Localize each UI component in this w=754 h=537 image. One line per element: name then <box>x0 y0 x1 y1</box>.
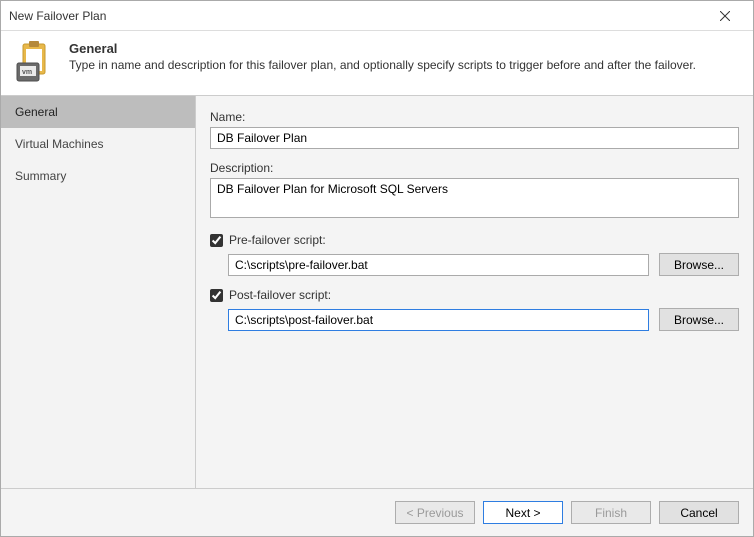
sidebar-item-summary[interactable]: Summary <box>1 160 195 192</box>
next-button[interactable]: Next > <box>483 501 563 524</box>
sidebar-item-label: Virtual Machines <box>15 137 104 151</box>
name-input[interactable] <box>210 127 739 149</box>
sidebar-item-label: Summary <box>15 169 66 183</box>
description-block: Description: <box>210 161 739 221</box>
sidebar-item-virtual-machines[interactable]: Virtual Machines <box>1 128 195 160</box>
previous-button: < Previous <box>395 501 475 524</box>
pre-script-label: Pre-failover script: <box>229 233 326 247</box>
post-script-row: Browse... <box>210 308 739 331</box>
post-script-check-row: Post-failover script: <box>210 288 739 302</box>
cancel-button[interactable]: Cancel <box>659 501 739 524</box>
finish-button: Finish <box>571 501 651 524</box>
pre-script-check-row: Pre-failover script: <box>210 233 739 247</box>
close-icon <box>720 11 730 21</box>
pre-script-row: Browse... <box>210 253 739 276</box>
page-description: Type in name and description for this fa… <box>69 58 696 72</box>
post-script-checkbox[interactable] <box>210 289 223 302</box>
post-script-browse-button[interactable]: Browse... <box>659 308 739 331</box>
sidebar-item-label: General <box>15 105 58 119</box>
description-label: Description: <box>210 161 739 175</box>
name-label: Name: <box>210 110 739 124</box>
footer: < Previous Next > Finish Cancel <box>1 488 753 536</box>
dialog-window: New Failover Plan vm General Type in nam… <box>0 0 754 537</box>
header: vm General Type in name and description … <box>1 31 753 95</box>
post-script-label: Post-failover script: <box>229 288 331 302</box>
close-button[interactable] <box>705 2 745 30</box>
page-title: General <box>69 41 696 56</box>
wizard-sidebar: General Virtual Machines Summary <box>1 96 196 488</box>
name-block: Name: <box>210 110 739 149</box>
pre-script-browse-button[interactable]: Browse... <box>659 253 739 276</box>
main-panel: Name: Description: Pre-failover script: … <box>196 96 753 488</box>
svg-text:vm: vm <box>22 69 32 76</box>
description-input[interactable] <box>210 178 739 218</box>
pre-script-path-input[interactable] <box>228 254 649 276</box>
post-script-path-input[interactable] <box>228 309 649 331</box>
body: General Virtual Machines Summary Name: D… <box>1 95 753 488</box>
titlebar: New Failover Plan <box>1 1 753 31</box>
pre-script-checkbox[interactable] <box>210 234 223 247</box>
clipboard-vm-icon: vm <box>15 41 57 83</box>
window-title: New Failover Plan <box>9 9 705 23</box>
sidebar-item-general[interactable]: General <box>1 96 195 128</box>
header-text: General Type in name and description for… <box>69 41 696 72</box>
